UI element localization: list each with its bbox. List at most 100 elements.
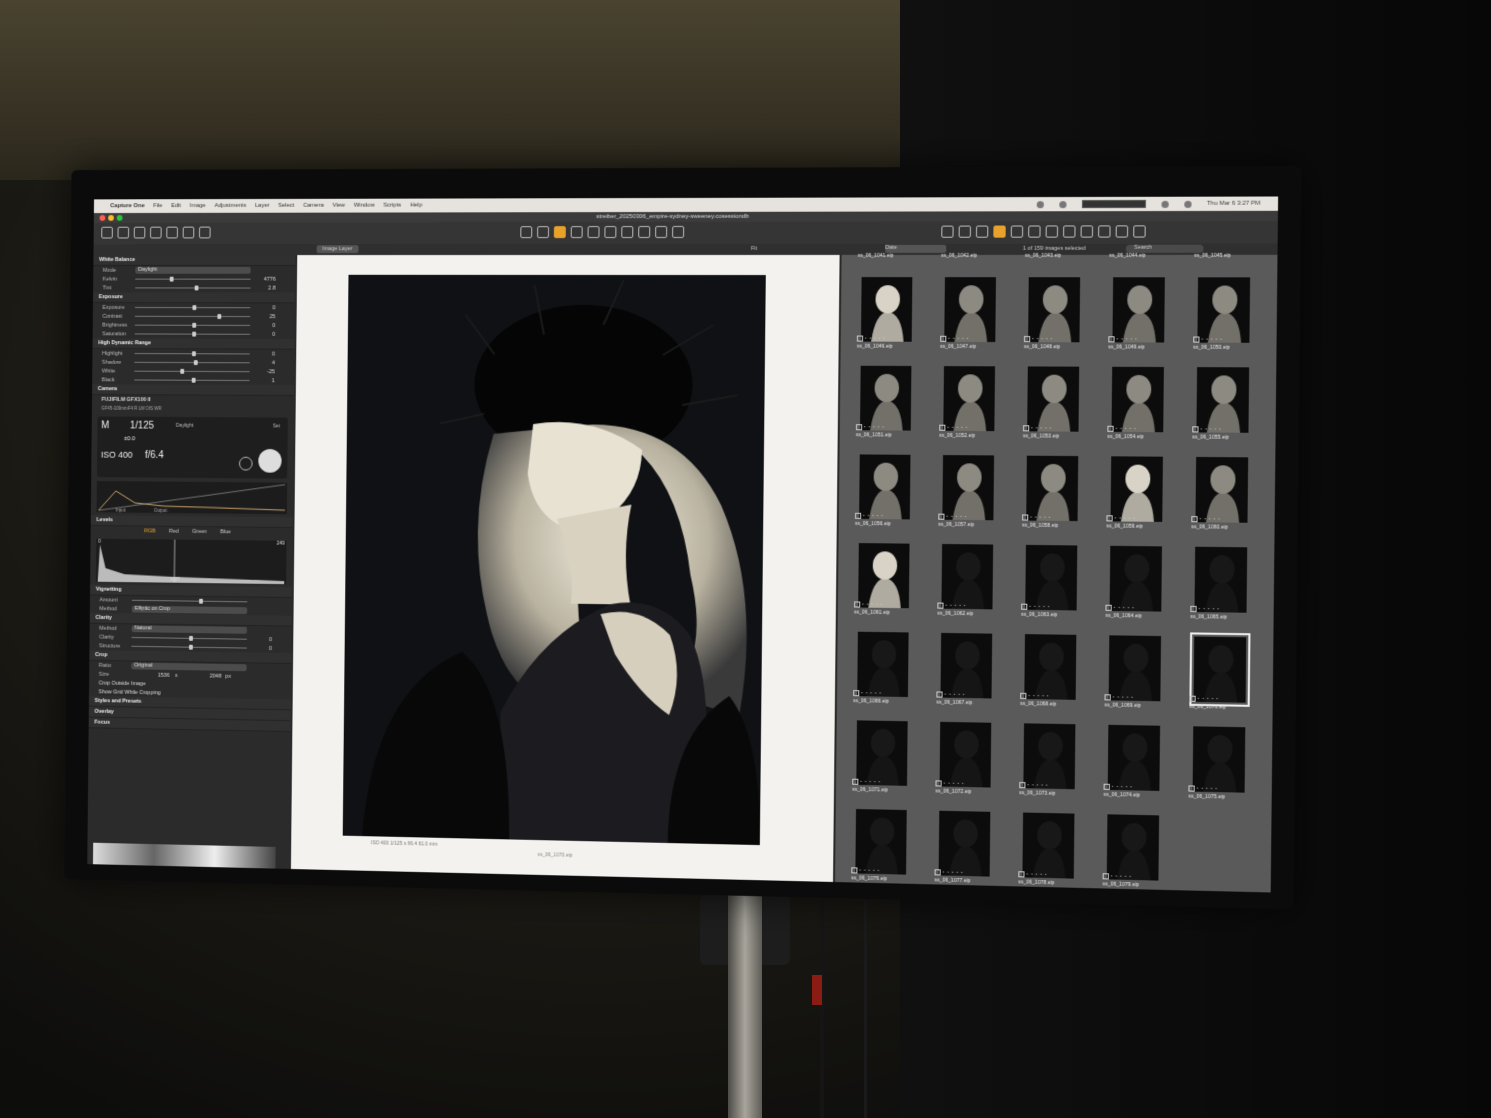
crop-tool-icon[interactable]: [571, 226, 583, 238]
crop-unit-select[interactable]: px: [221, 673, 235, 679]
wifi-icon[interactable]: [1161, 200, 1168, 207]
camera-set-button[interactable]: Set: [273, 423, 280, 429]
thumbnail-checkbox[interactable]: [936, 691, 942, 697]
adjust-value[interactable]: -25: [255, 369, 274, 375]
thumbnail-image[interactable]: [1196, 367, 1249, 433]
rating-stars[interactable]: • • • • •: [864, 424, 885, 429]
wb-mode-select[interactable]: Daylight: [135, 267, 250, 274]
thumbnail-image[interactable]: [1112, 277, 1164, 342]
rating-stars[interactable]: • • • • •: [1113, 694, 1134, 699]
thumbnail-cell[interactable]: • • • • • ss_06_1064.eip: [1101, 531, 1187, 622]
thumbnail-name[interactable]: ss_06_1051.eip: [856, 432, 892, 438]
menu-item-scripts[interactable]: Scripts: [383, 203, 401, 209]
adjust-value[interactable]: 1: [255, 378, 274, 384]
rating-stars[interactable]: • • • • •: [1112, 784, 1133, 790]
thumbnail-image[interactable]: [1023, 723, 1075, 789]
thumbnail-checkbox[interactable]: [935, 869, 941, 875]
thumbnail-cell[interactable]: • • • • • ss_06_1059.eip: [1102, 442, 1188, 532]
levels-tab-blue[interactable]: Blue: [220, 529, 231, 535]
thumbnail-cell[interactable]: • • • • • ss_06_1072.eip: [931, 708, 1016, 799]
thumbnail-name[interactable]: ss_06_1043.eip: [1021, 253, 1105, 259]
structure-value[interactable]: 0: [253, 645, 272, 651]
warning-icon[interactable]: [1081, 225, 1093, 237]
thumbnail-checkbox[interactable]: [938, 514, 944, 520]
camera-icon[interactable]: [134, 227, 146, 239]
notification-icon[interactable]: [1116, 225, 1129, 237]
thumbnail-name[interactable]: ss_06_1078.eip: [1018, 879, 1054, 886]
thumbnail-cell[interactable]: • • • • • ss_06_1050.eip: [1189, 263, 1275, 353]
rating-stars[interactable]: • • • • •: [1115, 515, 1136, 520]
thumbnail-checkbox[interactable]: [1108, 336, 1114, 342]
section-white-balance[interactable]: White Balance: [93, 255, 295, 266]
thumbnail-image[interactable]: [861, 277, 912, 342]
thumbnail-name[interactable]: ss_06_1065.eip: [1190, 614, 1227, 621]
wb-kelvin-slider[interactable]: [135, 279, 250, 280]
ratings-icon[interactable]: [1098, 225, 1111, 237]
dropbox-icon[interactable]: [1059, 201, 1066, 208]
thumbnail-cell[interactable]: • • • • • ss_06_1049.eip: [1104, 263, 1190, 353]
thumbnail-image[interactable]: [857, 632, 908, 697]
thumbnail-name[interactable]: ss_06_1046.eip: [857, 344, 893, 350]
close-window-button[interactable]: [100, 215, 106, 221]
thumbnail-checkbox[interactable]: [1192, 426, 1198, 432]
thumbnail-name[interactable]: ss_06_1055.eip: [1192, 434, 1229, 440]
thumbnail-cell[interactable]: • • • • • ss_06_1062.eip: [933, 530, 1018, 620]
image-viewer[interactable]: ISO 400 1/125 s f/6.4 61.0 mm ss_06_1070…: [291, 255, 840, 882]
rating-stars[interactable]: • • • • •: [860, 779, 881, 784]
thumbnail-cell[interactable]: • • • • • ss_06_1066.eip: [849, 618, 933, 708]
adjust-slider[interactable]: [134, 362, 249, 363]
vignetting-amount-slider[interactable]: [132, 600, 247, 603]
rating-stars[interactable]: • • • • •: [946, 514, 967, 519]
rating-stars[interactable]: • • • • •: [1202, 337, 1223, 342]
adjust-slider[interactable]: [135, 307, 250, 308]
thumbnail-checkbox[interactable]: [1191, 516, 1197, 522]
thumbnail-image[interactable]: [1025, 545, 1077, 611]
thumbnail-cell[interactable]: • • • • • ss_06_1058.eip: [1018, 441, 1103, 531]
thumbnail-image[interactable]: [858, 543, 909, 608]
thumbnail-cell[interactable]: • • • • • ss_06_1070.eip: [1185, 622, 1271, 713]
thumbnail-name[interactable]: ss_06_1071.eip: [852, 787, 888, 794]
thumbnail-cell[interactable]: • • • • • ss_06_1057.eip: [934, 441, 1019, 531]
thumbnail-image[interactable]: [860, 366, 911, 431]
thumbnail-cell[interactable]: • • • • • ss_06_1077.eip: [930, 796, 1015, 887]
spotlight-icon[interactable]: [1184, 200, 1191, 207]
rating-stars[interactable]: • • • • •: [1029, 604, 1050, 609]
thumbnail-image[interactable]: [1193, 726, 1246, 792]
adjust-slider[interactable]: [135, 316, 250, 317]
thumbnail-checkbox[interactable]: [937, 603, 943, 609]
thumbnail-image[interactable]: [944, 277, 996, 342]
thumbnail-cell[interactable]: • • • • • ss_06_1056.eip: [851, 440, 935, 529]
thumbnail-cell[interactable]: • • • • • ss_06_1071.eip: [848, 706, 932, 796]
rating-stars[interactable]: • • • • •: [1111, 873, 1132, 879]
thumbnail-name[interactable]: ss_06_1062.eip: [937, 611, 973, 618]
thumbnail-checkbox[interactable]: [939, 425, 945, 431]
thumbnail-checkbox[interactable]: [853, 690, 859, 696]
thumbnail-cell[interactable]: • • • • • ss_06_1051.eip: [852, 352, 936, 441]
thumbnail-name[interactable]: ss_06_1048.eip: [1024, 344, 1060, 350]
rating-stars[interactable]: • • • • •: [1116, 426, 1137, 431]
thumbnail-checkbox[interactable]: [935, 780, 941, 786]
minimize-window-button[interactable]: [108, 215, 114, 221]
pan-tool-icon[interactable]: [537, 226, 549, 238]
sort-select[interactable]: Date: [885, 245, 946, 253]
crop-width-field[interactable]: 1536: [131, 672, 169, 679]
brush-tool-icon[interactable]: [638, 226, 650, 238]
thumbnail-checkbox[interactable]: [856, 424, 862, 430]
thumbnail-checkbox[interactable]: [1107, 426, 1113, 432]
thumbnail-name[interactable]: ss_06_1060.eip: [1191, 524, 1228, 530]
rating-stars[interactable]: • • • • •: [1198, 696, 1219, 701]
structure-slider[interactable]: [131, 646, 246, 649]
adjust-slider[interactable]: [134, 371, 249, 372]
thumbnail-checkbox[interactable]: [1188, 785, 1194, 791]
thumbnail-cell[interactable]: • • • • • ss_06_1075.eip: [1184, 712, 1270, 804]
thumbnail-image[interactable]: [942, 455, 994, 520]
thumbnail-image[interactable]: [1022, 813, 1074, 879]
rating-stars[interactable]: • • • • •: [859, 867, 880, 873]
thumbnail-name[interactable]: ss_06_1066.eip: [853, 698, 889, 705]
rating-stars[interactable]: • • • • •: [1200, 516, 1221, 521]
menu-item-edit[interactable]: Edit: [171, 203, 181, 209]
adjust-slider[interactable]: [135, 325, 250, 326]
thumbnail-image[interactable]: [1026, 456, 1078, 521]
thumbnail-name[interactable]: ss_06_1069.eip: [1104, 702, 1141, 709]
eraser-tool-icon[interactable]: [655, 226, 667, 238]
